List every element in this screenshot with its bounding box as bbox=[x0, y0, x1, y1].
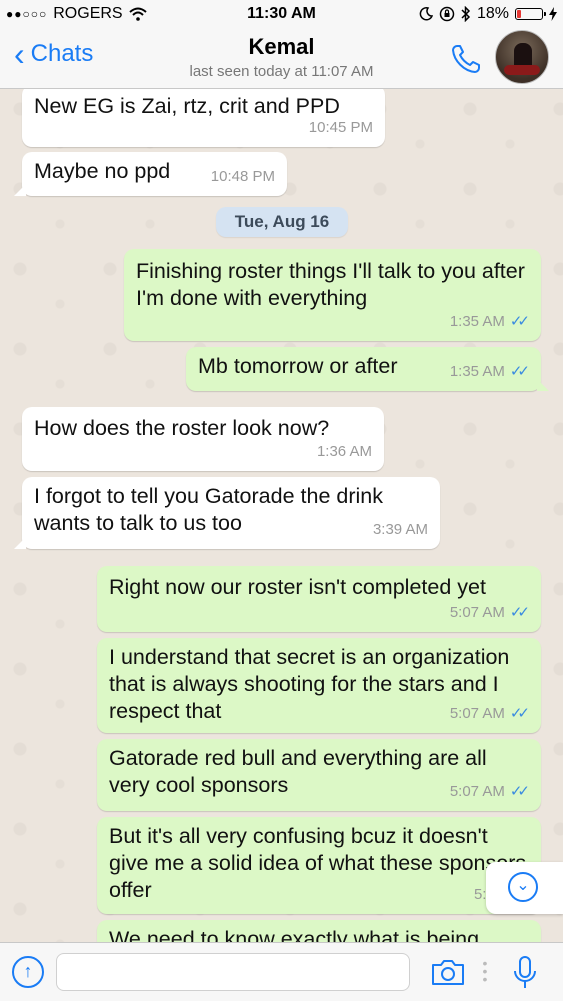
charging-bolt-icon bbox=[549, 7, 557, 21]
arrow-up-circle-icon[interactable]: ↑ bbox=[12, 956, 44, 988]
contact-avatar[interactable] bbox=[495, 30, 549, 84]
message-bubble-incoming[interactable]: Maybe no ppd 10:48 PM bbox=[14, 152, 287, 196]
chevron-down-circle-icon: ⌄ bbox=[508, 872, 538, 902]
scroll-to-bottom-button[interactable]: ⌄ bbox=[486, 862, 563, 914]
message-time: 1:35 AM bbox=[449, 363, 505, 380]
message-bubble-outgoing[interactable]: Gatorade red bull and everything are all… bbox=[97, 739, 541, 811]
status-bar: ●●○○○ ROGERS 11:30 AM 18% bbox=[0, 0, 563, 28]
message-text: We need to know exactly what is being bbox=[109, 927, 480, 942]
bluetooth-icon bbox=[461, 6, 471, 22]
message-time: 5:07 AM bbox=[449, 783, 505, 800]
message-bubble-outgoing[interactable]: But it's all very confusing bcuz it does… bbox=[97, 817, 541, 914]
more-icon: • • • bbox=[482, 955, 488, 987]
date-separator: Tue, Aug 16 bbox=[216, 207, 348, 237]
composer-bar: ↑ • • • bbox=[0, 942, 563, 1001]
phone-icon[interactable] bbox=[449, 42, 483, 76]
message-input[interactable] bbox=[56, 953, 410, 991]
microphone-icon[interactable] bbox=[512, 955, 538, 991]
battery-percent: 18% bbox=[476, 5, 509, 22]
message-text: But it's all very confusing bcuz it does… bbox=[109, 824, 527, 902]
message-time: 10:48 PM bbox=[210, 168, 275, 185]
message-bubble-incoming[interactable]: How does the roster look now? 1:36 AM bbox=[22, 407, 384, 471]
message-bubble-outgoing[interactable]: We need to know exactly what is being bbox=[97, 920, 541, 942]
battery-icon bbox=[515, 8, 546, 20]
message-time: 1:36 AM bbox=[316, 443, 372, 460]
message-time: 5:07 AM bbox=[449, 604, 505, 621]
message-time: 5:07 AM bbox=[449, 705, 505, 722]
message-time: 3:39 AM bbox=[372, 521, 428, 538]
chat-header: ‹ Chats Kemal last seen today at 11:07 A… bbox=[0, 28, 563, 89]
message-list[interactable]: New EG is Zai, rtz, crit and PPD 10:45 P… bbox=[0, 89, 563, 942]
moon-icon bbox=[419, 7, 433, 21]
battery-level-fill bbox=[517, 10, 521, 18]
double-check-icon: ✓✓ bbox=[509, 313, 530, 330]
message-bubble-outgoing[interactable]: I understand that secret is an organizat… bbox=[97, 638, 541, 733]
message-text: Right now our roster isn't completed yet bbox=[109, 575, 486, 599]
double-check-icon: ✓✓ bbox=[509, 604, 530, 621]
double-check-icon: ✓✓ bbox=[509, 705, 530, 722]
message-time: 10:45 PM bbox=[308, 119, 373, 136]
message-bubble-outgoing[interactable]: Finishing roster things I'll talk to you… bbox=[124, 249, 541, 341]
message-bubble-incoming[interactable]: New EG is Zai, rtz, crit and PPD 10:45 P… bbox=[22, 89, 385, 147]
message-text: Finishing roster things I'll talk to you… bbox=[136, 259, 525, 310]
orientation-lock-icon bbox=[439, 6, 455, 22]
double-check-icon: ✓✓ bbox=[509, 783, 530, 800]
message-bubble-outgoing[interactable]: Right now our roster isn't completed yet… bbox=[97, 566, 541, 632]
message-bubble-outgoing[interactable]: Mb tomorrow or after 1:35 AM ✓✓ bbox=[186, 347, 549, 391]
camera-icon[interactable] bbox=[430, 957, 466, 987]
message-bubble-incoming[interactable]: I forgot to tell you Gatorade the drink … bbox=[14, 477, 440, 549]
message-time: 1:35 AM bbox=[449, 313, 505, 330]
double-check-icon: ✓✓ bbox=[509, 363, 530, 380]
